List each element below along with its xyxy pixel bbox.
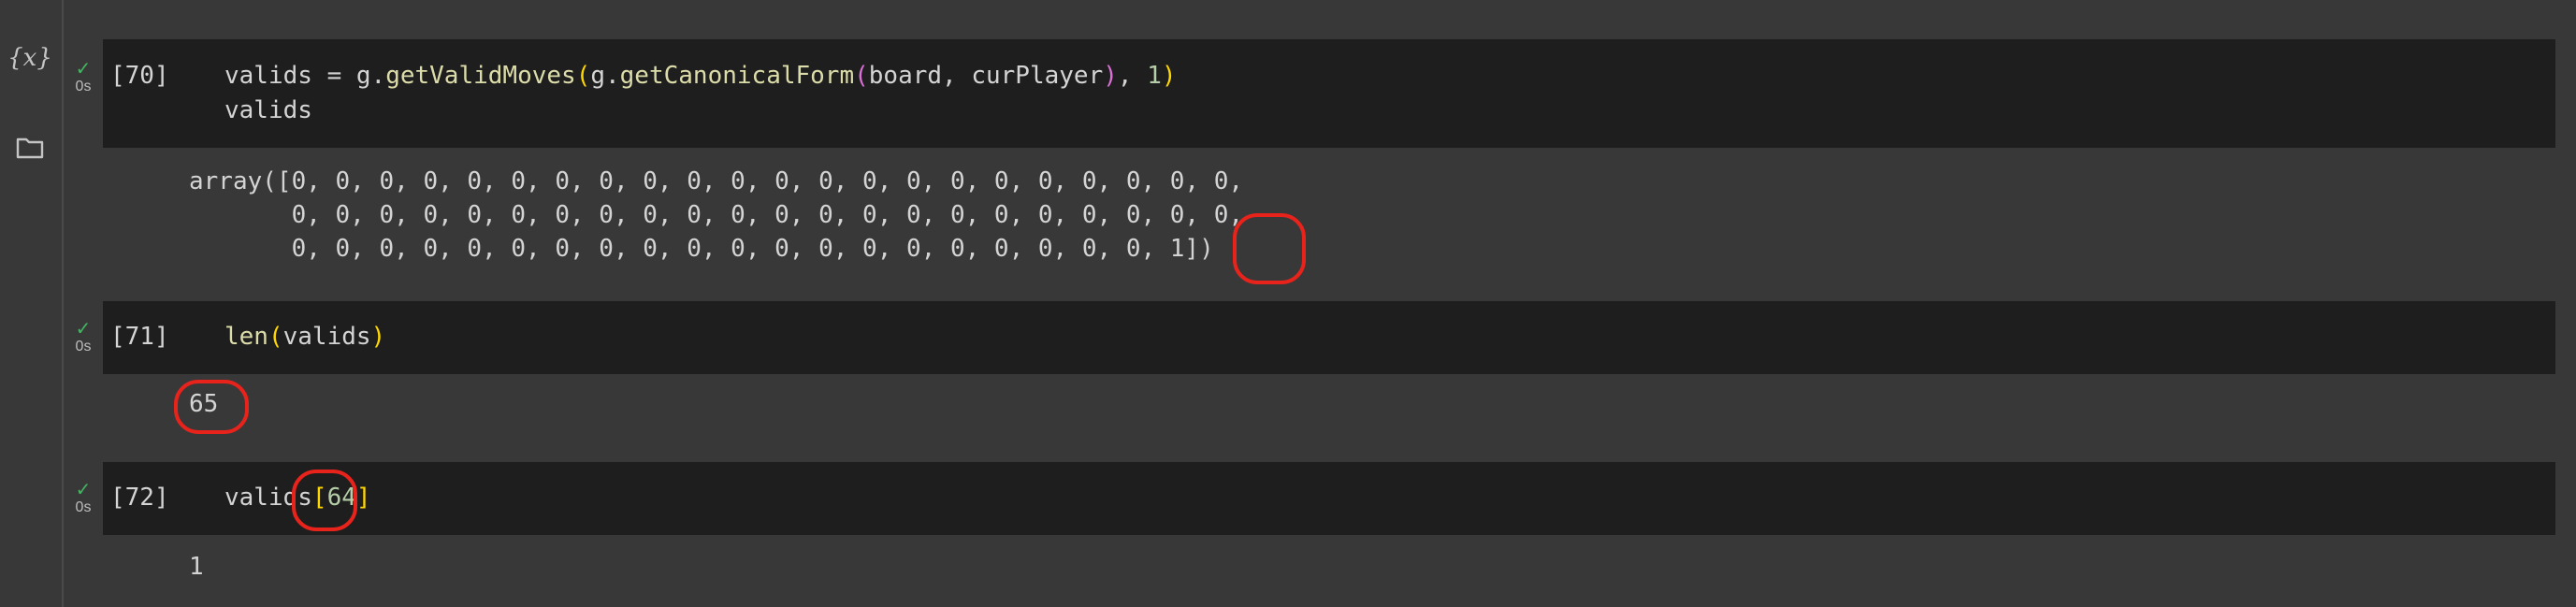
variables-icon[interactable]: {x} (7, 39, 52, 77)
code-line-1: valids = g.getValidMoves(g.getCanonicalF… (224, 62, 1177, 90)
cell-status: ✓ 0s (67, 60, 99, 95)
execution-count: [71] (110, 323, 169, 351)
code-line-2: valids (224, 96, 312, 124)
cell-status: ✓ 0s (67, 320, 99, 355)
success-check-icon: ✓ (75, 319, 92, 340)
code-editor[interactable]: [70] valids = g.getValidMoves(g.getCanon… (103, 39, 2555, 148)
code-cell-71[interactable]: ✓ 0s [71] len(valids) 65 (67, 301, 2555, 441)
code-cell-70[interactable]: ✓ 0s [70] valids = g.getValidMoves(g.get… (67, 39, 2555, 292)
cell-output: array([0, 0, 0, 0, 0, 0, 0, 0, 0, 0, 0, … (189, 165, 1243, 266)
left-sidebar: {x} (0, 0, 64, 607)
cell-status: ✓ 0s (67, 481, 99, 516)
execution-time: 0s (75, 339, 92, 354)
execution-time: 0s (75, 499, 92, 515)
variables-label: {x} (7, 44, 52, 72)
success-check-icon: ✓ (75, 480, 92, 500)
code-cell-72[interactable]: ✓ 0s [72] valids[64] 1 (67, 462, 2555, 602)
execution-count: [70] (110, 62, 169, 90)
code-line-1: len(valids) (224, 323, 386, 351)
success-check-icon: ✓ (75, 59, 92, 79)
execution-time: 0s (75, 79, 92, 94)
annotation-circle-len-output (174, 380, 249, 434)
output-line: array([0, 0, 0, 0, 0, 0, 0, 0, 0, 0, 0, … (189, 167, 1244, 195)
output-line: 0, 0, 0, 0, 0, 0, 0, 0, 0, 0, 0, 0, 0, 0… (189, 235, 1214, 263)
output-line: 0, 0, 0, 0, 0, 0, 0, 0, 0, 0, 0, 0, 0, 0… (189, 201, 1244, 229)
code-editor[interactable]: [71] len(valids) (103, 301, 2555, 374)
execution-count: [72] (110, 484, 169, 512)
annotation-circle-last-value (1233, 213, 1306, 284)
cell-output: 1 (189, 553, 204, 581)
code-editor[interactable]: [72] valids[64] (103, 462, 2555, 535)
folder-icon[interactable] (11, 129, 49, 166)
notebook-page: {x} ✓ 0s [70] valids = g.getValidMoves(g… (0, 0, 2576, 607)
annotation-circle-index (292, 470, 357, 531)
